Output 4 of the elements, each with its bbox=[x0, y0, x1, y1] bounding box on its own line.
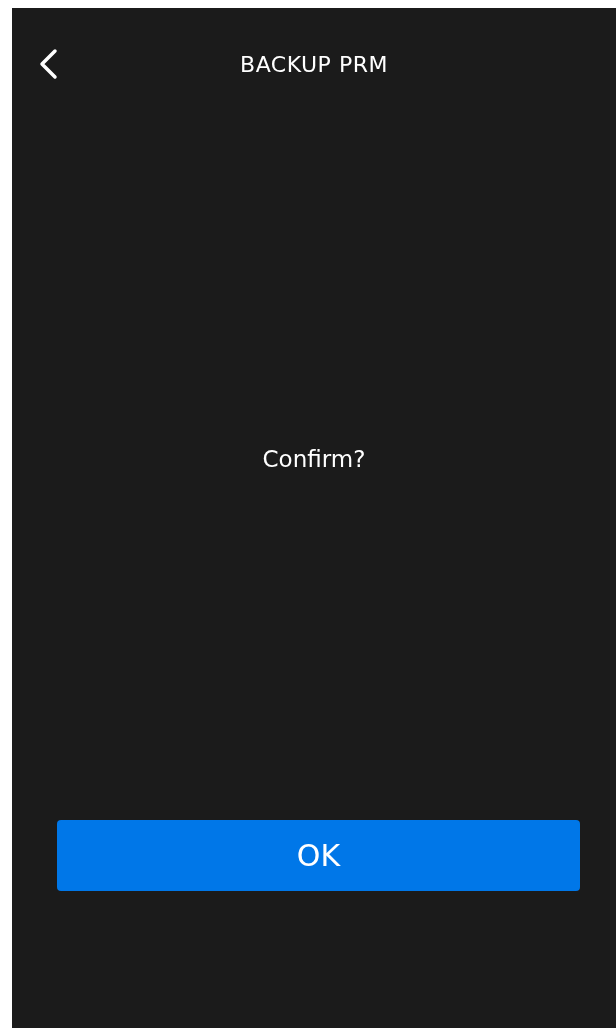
back-icon[interactable] bbox=[38, 48, 58, 80]
ok-button[interactable]: OK bbox=[57, 820, 580, 891]
confirm-message: Confirm? bbox=[261, 445, 367, 474]
screen-title: BACKUP PRM bbox=[240, 51, 388, 77]
